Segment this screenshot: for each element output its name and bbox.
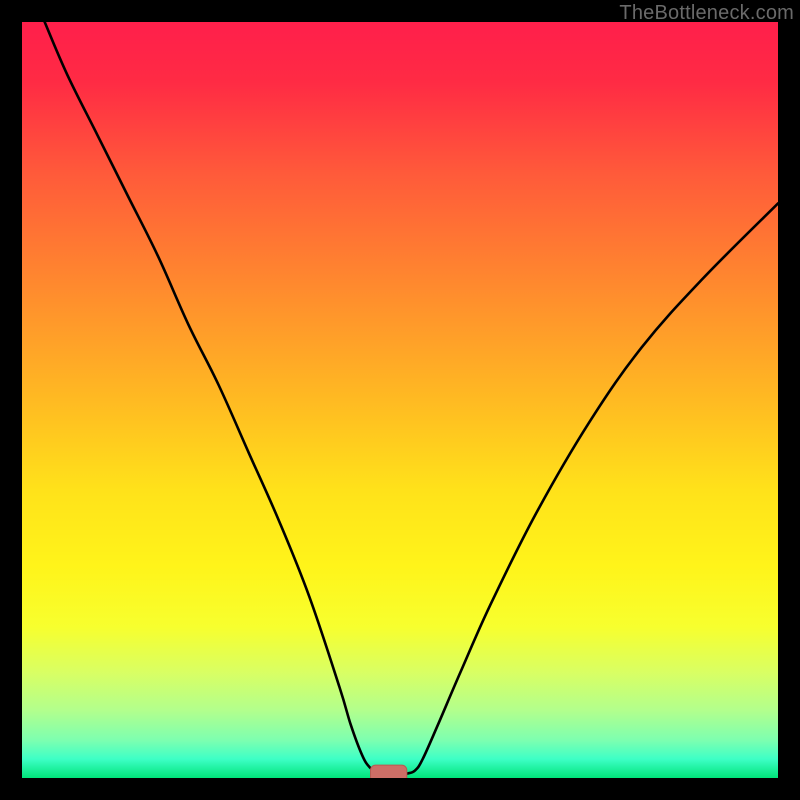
plot-area [22,22,778,778]
chart-frame: TheBottleneck.com [0,0,800,800]
gradient-background [22,22,778,778]
bottleneck-chart [22,22,778,778]
optimal-point-marker [371,765,407,778]
